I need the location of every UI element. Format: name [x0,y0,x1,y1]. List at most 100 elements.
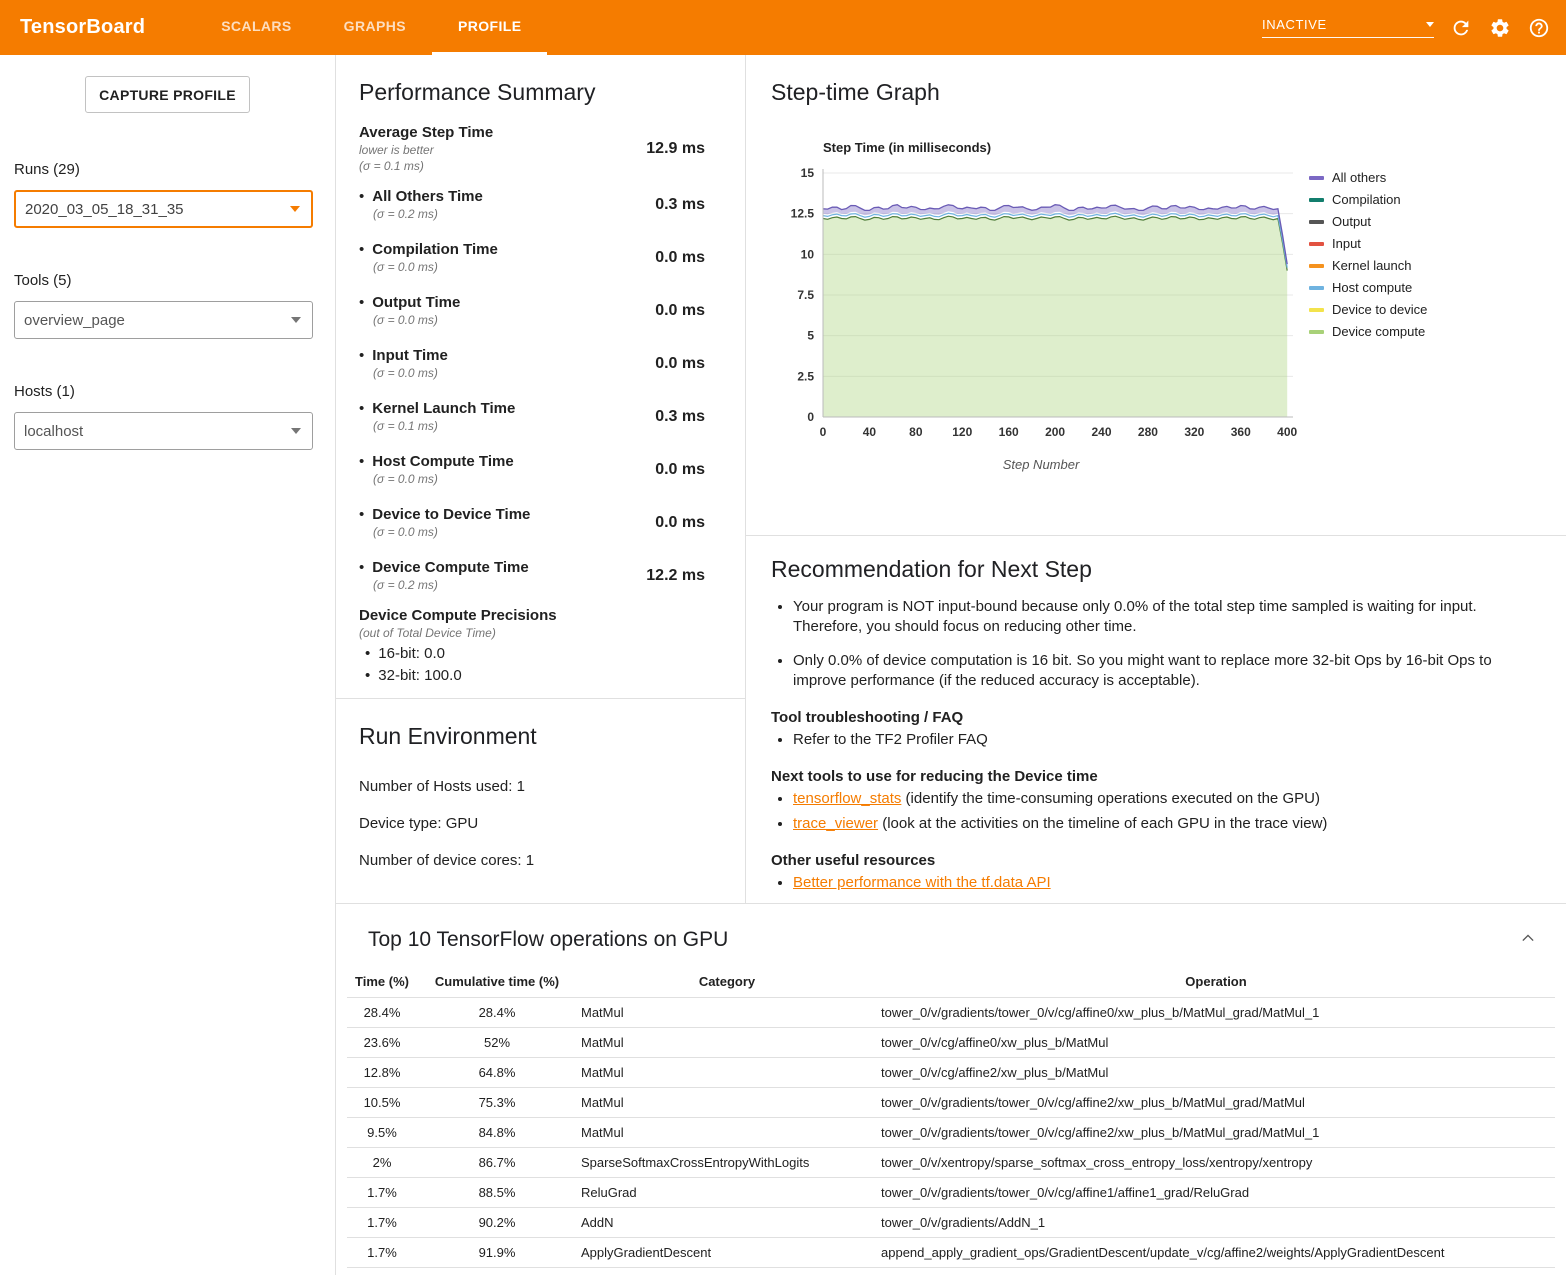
table-row: 28.4%28.4%MatMultower_0/v/gradients/towe… [347,998,1555,1028]
svg-text:120: 120 [952,425,972,439]
table-cell: tower_0/v/gradients/tower_0/v/cg/affine2… [877,1088,1555,1118]
hosts-select-value: localhost [24,423,83,440]
table-cell: 9.5% [347,1118,417,1148]
legend-item: Output [1309,214,1427,229]
legend-item: All others [1309,170,1427,185]
legend-label: Output [1332,214,1371,229]
table-cell: 10.5% [347,1088,417,1118]
column-header: Category [577,966,877,998]
runs-label: Runs (29) [14,161,335,178]
table-cell: tower_0/v/gradients/AddN_1 [877,1208,1555,1238]
recommendation-bullet: Your program is NOT input-bound because … [793,597,1526,638]
metric-row: •All Others Time(σ = 0.2 ms) 0.3 ms [359,183,705,226]
table-cell: 23.6% [347,1028,417,1058]
legend-item: Kernel launch [1309,258,1427,273]
run-environment-lines: Number of Hosts used: 1Device type: GPUN… [359,778,722,869]
metric-sigma: (σ = 0.0 ms) [373,313,645,327]
settings-gear-icon[interactable] [1488,16,1512,40]
step-time-graph-section: Step-time Graph Step Time (in millisecon… [746,55,1566,536]
precisions-title: Device Compute Precisions [359,607,705,624]
chevron-down-icon [290,206,300,212]
run-environment-section: Run Environment Number of Hosts used: 1D… [336,699,745,913]
metric-sigma: (σ = 0.1 ms) [359,159,636,173]
tab-profile[interactable]: PROFILE [432,0,547,55]
metric-sigma: (σ = 0.0 ms) [373,260,645,274]
performance-summary-section: Performance Summary Average Step Timelow… [336,55,745,699]
table-cell: tower_0/v/cg/affine0/xw_plus_b/MatMul [877,1028,1555,1058]
table-row: 1.7%90.2%AddNtower_0/v/gradients/AddN_1 [347,1208,1555,1238]
precisions-items: •16-bit: 0.0•32-bit: 100.0 [359,645,705,684]
metric-label: Average Step Time [359,124,636,141]
tab-graphs[interactable]: GRAPHS [318,0,432,55]
metric-sigma: (σ = 0.2 ms) [373,207,645,221]
metric-sigma: (σ = 0.0 ms) [373,472,645,486]
recommendation-sublist: Refer to the TF2 Profiler FAQ [793,730,1526,750]
help-icon[interactable] [1527,16,1551,40]
svg-text:160: 160 [999,425,1019,439]
legend-swatch [1309,220,1324,224]
table-row: 1.7%88.5%ReluGradtower_0/v/gradients/tow… [347,1178,1555,1208]
svg-text:2.5: 2.5 [797,369,814,383]
svg-text:240: 240 [1092,425,1112,439]
legend-label: Device compute [1332,324,1425,339]
run-environment-line: Number of device cores: 1 [359,852,722,869]
metric-row: •Host Compute Time(σ = 0.0 ms) 0.0 ms [359,448,705,491]
column-header: Operation [877,966,1555,998]
collapse-chevron-up-icon[interactable] [1516,926,1540,950]
table-cell: 28.4% [417,998,577,1028]
table-row: 9.5%84.8%MatMultower_0/v/gradients/tower… [347,1118,1555,1148]
legend-item: Input [1309,236,1427,251]
top-ops-section: Top 10 TensorFlow operations on GPU Time… [336,904,1566,1275]
recommendation-link[interactable]: trace_viewer [793,815,878,832]
table-body: 28.4%28.4%MatMultower_0/v/gradients/towe… [347,998,1555,1268]
tab-scalars[interactable]: SCALARS [195,0,317,55]
chevron-down-icon [1426,22,1434,27]
svg-text:200: 200 [1045,425,1065,439]
tools-select[interactable]: overview_page [14,301,313,339]
hosts-select[interactable]: localhost [14,412,313,450]
app-header: TensorBoard SCALARSGRAPHSPROFILE INACTIV… [0,0,1566,55]
metric-sigma: (σ = 0.1 ms) [373,419,645,433]
table-cell: MatMul [577,1028,877,1058]
table-row: 10.5%75.3%MatMultower_0/v/gradients/towe… [347,1088,1555,1118]
legend-swatch [1309,286,1324,290]
legend-item: Compilation [1309,192,1427,207]
table-cell: 88.5% [417,1178,577,1208]
top-ops-table: Time (%)Cumulative time (%)CategoryOpera… [347,966,1555,1268]
table-row: 12.8%64.8%MatMultower_0/v/cg/affine2/xw_… [347,1058,1555,1088]
svg-text:12.5: 12.5 [791,207,815,221]
top-ops-title: Top 10 TensorFlow operations on GPU [368,928,1566,952]
recommendation-bullet: Only 0.0% of device computation is 16 bi… [793,651,1526,692]
metric-label: •Input Time [359,347,645,364]
recommendation-link[interactable]: Better performance with the tf.data API [793,874,1051,891]
capture-profile-button[interactable]: CAPTURE PROFILE [85,76,250,113]
table-cell: 90.2% [417,1208,577,1238]
refresh-icon[interactable] [1449,16,1473,40]
legend-swatch [1309,176,1324,180]
table-cell: tower_0/v/xentropy/sparse_softmax_cross_… [877,1148,1555,1178]
status-dropdown[interactable]: INACTIVE [1262,17,1434,38]
recommendation-title: Recommendation for Next Step [771,556,1526,583]
precisions-subtitle: (out of Total Device Time) [359,626,705,640]
run-environment-line: Number of Hosts used: 1 [359,778,722,795]
svg-text:360: 360 [1231,425,1251,439]
runs-select[interactable]: 2020_03_05_18_31_35 [14,190,313,228]
table-cell: MatMul [577,1058,877,1088]
recommendation-item: Better performance with the tf.data API [793,873,1526,893]
table-cell: 28.4% [347,998,417,1028]
table-cell: SparseSoftmaxCrossEntropyWithLogits [577,1148,877,1178]
recommendation-bullets: Your program is NOT input-bound because … [793,597,1526,691]
table-cell: 64.8% [417,1058,577,1088]
legend-label: All others [1332,170,1386,185]
table-cell: MatMul [577,1088,877,1118]
table-cell: 86.7% [417,1148,577,1178]
svg-text:400: 400 [1277,425,1297,439]
legend-item: Device compute [1309,324,1427,339]
legend-label: Kernel launch [1332,258,1412,273]
metric-row: •Kernel Launch Time(σ = 0.1 ms) 0.3 ms [359,395,705,438]
recommendation-sublist: tensorflow_stats (identify the time-cons… [793,789,1526,834]
metric-value: 0.0 ms [655,355,705,373]
recommendation-item: trace_viewer (look at the activities on … [793,814,1526,834]
recommendation-link[interactable]: tensorflow_stats [793,790,901,807]
table-cell: 75.3% [417,1088,577,1118]
